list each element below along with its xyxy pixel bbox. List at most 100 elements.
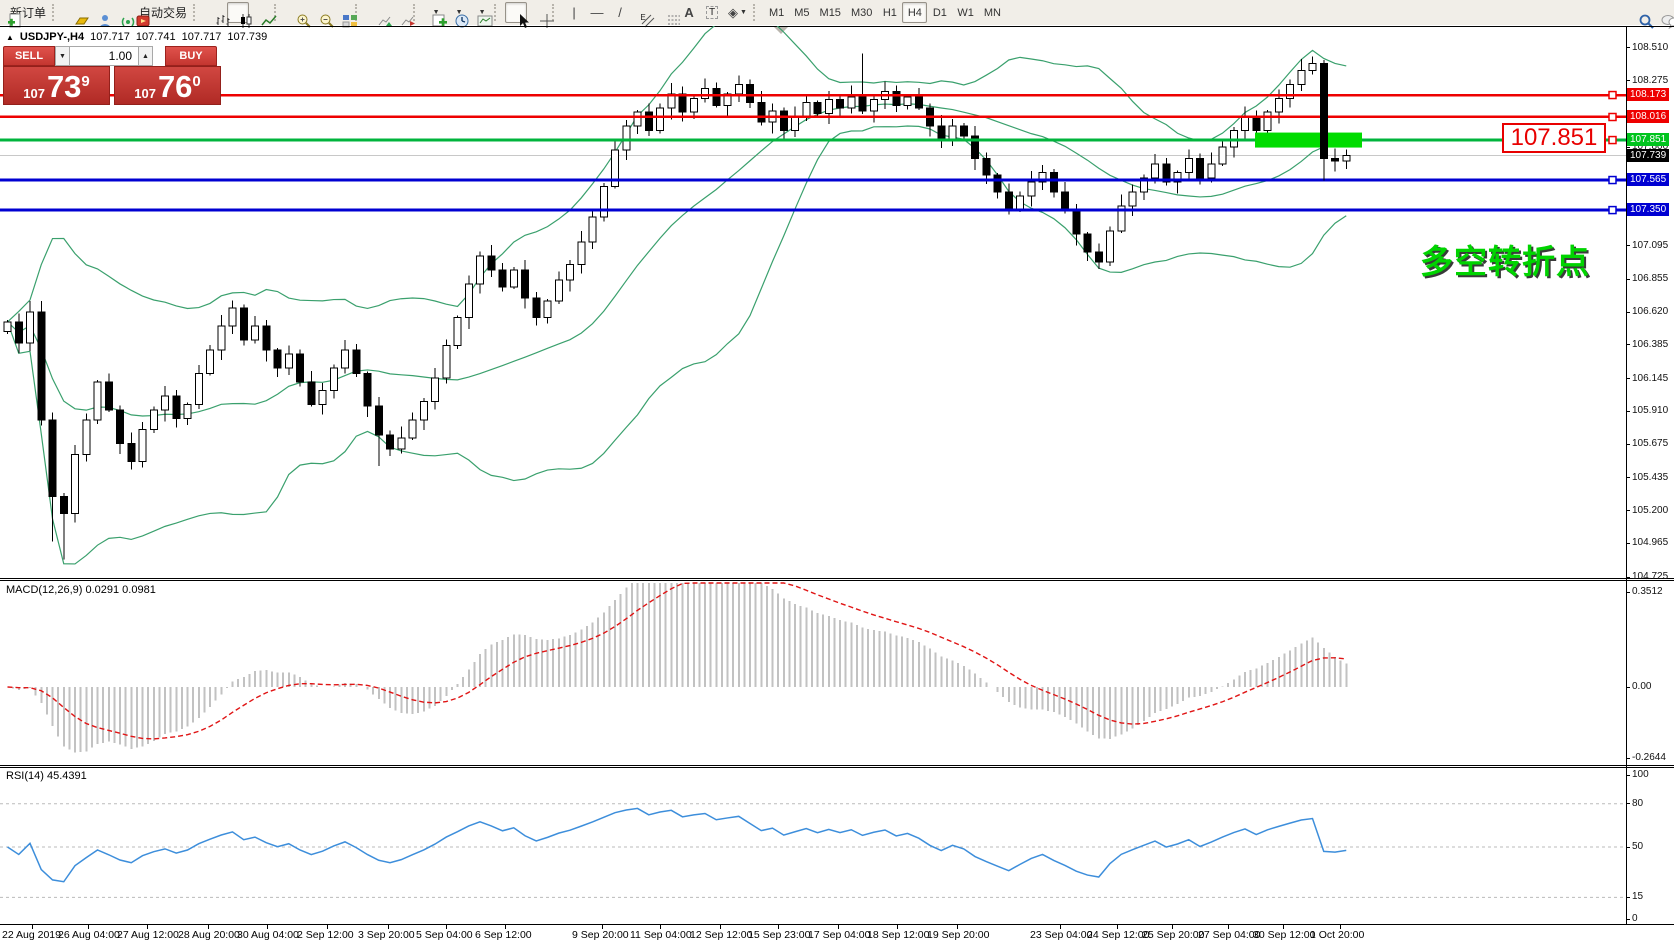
price-tick-tick bbox=[1626, 80, 1630, 81]
price-tick-tick bbox=[1626, 47, 1630, 48]
rsi-tick: 15 bbox=[1632, 891, 1643, 902]
periods-button[interactable]: ▼ bbox=[447, 2, 469, 23]
rsi-splitter[interactable] bbox=[0, 765, 1674, 766]
macd-panel[interactable] bbox=[0, 581, 1626, 764]
time-label: 11 Sep 04:00 bbox=[630, 929, 692, 941]
rsi-tick: 0 bbox=[1632, 913, 1638, 924]
rsi-tick: 50 bbox=[1632, 841, 1643, 852]
collapse-panel-arrow[interactable]: ▲ bbox=[6, 33, 14, 42]
new-order-button[interactable]: 新订单 bbox=[3, 2, 50, 23]
time-label: 15 Sep 23:00 bbox=[748, 929, 810, 941]
templates-button[interactable]: ▼ bbox=[470, 2, 492, 23]
price-tick: 105.910 bbox=[1632, 405, 1668, 416]
time-label: 30 Sep 12:00 bbox=[1253, 929, 1315, 941]
macd-tick-tick bbox=[1626, 592, 1630, 593]
bar-chart-mode-button[interactable] bbox=[204, 2, 226, 23]
timeframe-M5[interactable]: M5 bbox=[789, 2, 814, 23]
buy-price-display[interactable]: 107 76 0 bbox=[114, 66, 221, 105]
label-tool-button[interactable]: T bbox=[701, 2, 723, 23]
price-tick-tick bbox=[1626, 477, 1630, 478]
sell-button[interactable]: SELL bbox=[3, 46, 55, 66]
price-tick: 105.435 bbox=[1632, 472, 1668, 483]
price-tick: 106.620 bbox=[1632, 306, 1668, 317]
market-button[interactable] bbox=[63, 2, 85, 23]
toolbar-grip bbox=[494, 4, 501, 21]
timeframe-W1[interactable]: W1 bbox=[952, 2, 979, 23]
timeframe-D1[interactable]: D1 bbox=[927, 2, 952, 23]
sell-price-sup: 9 bbox=[81, 67, 89, 97]
price-tick: 105.200 bbox=[1632, 505, 1668, 516]
volume-input[interactable]: 1.00 bbox=[70, 46, 138, 66]
buy-button[interactable]: BUY bbox=[165, 46, 217, 66]
price-tick-tick bbox=[1626, 245, 1630, 246]
auto-scroll-button[interactable] bbox=[366, 2, 388, 23]
time-label: 30 Aug 04:00 bbox=[237, 929, 299, 941]
horizontal-line-tool-button[interactable]: — bbox=[586, 2, 608, 23]
zoom-in-button[interactable] bbox=[285, 2, 307, 23]
new-chart-button[interactable]: ▼ bbox=[424, 2, 446, 23]
channel-tool-button[interactable]: E bbox=[632, 2, 654, 23]
rsi-tick: 100 bbox=[1632, 769, 1649, 780]
sell-price-big: 73 bbox=[47, 73, 81, 101]
timeframe-M1[interactable]: M1 bbox=[764, 2, 789, 23]
trendline-icon: / bbox=[618, 5, 622, 20]
time-label: 28 Aug 20:00 bbox=[178, 929, 240, 941]
time-label: 1 Oct 20:00 bbox=[1310, 929, 1364, 941]
time-label: 27 Aug 12:00 bbox=[117, 929, 179, 941]
timeframe-group: M1M5M15M30H1H4D1W1MN bbox=[764, 2, 1006, 23]
time-label: 18 Sep 12:00 bbox=[867, 929, 929, 941]
time-label: 24 Sep 12:00 bbox=[1087, 929, 1149, 941]
high-value: 107.741 bbox=[136, 31, 176, 43]
volume-increase-button[interactable]: ▲ bbox=[138, 46, 153, 66]
timeframe-MN[interactable]: MN bbox=[979, 2, 1006, 23]
price-tick-tick bbox=[1626, 411, 1630, 412]
line-price-label: 107.851 bbox=[1627, 133, 1669, 146]
price-tick: 106.145 bbox=[1632, 373, 1668, 384]
macd-tick-tick bbox=[1626, 758, 1630, 759]
buy-price-prefix: 107 bbox=[134, 86, 156, 101]
price-tick-tick bbox=[1626, 577, 1630, 578]
volume-decrease-button[interactable]: ▼ bbox=[55, 46, 70, 66]
price-tick: 106.855 bbox=[1632, 273, 1668, 284]
toolbar-grip bbox=[753, 4, 760, 21]
time-axis: 22 Aug 201926 Aug 04:0027 Aug 12:0028 Au… bbox=[0, 925, 1674, 946]
toolbar-grip bbox=[193, 4, 200, 21]
price-tick-tick bbox=[1626, 543, 1630, 544]
time-label: 25 Sep 20:00 bbox=[1142, 929, 1204, 941]
main-price-chart[interactable] bbox=[0, 26, 1626, 578]
rsi-tick-tick bbox=[1626, 775, 1630, 776]
symbol-label: USDJPY-,H4 bbox=[20, 31, 84, 43]
timeframe-M15[interactable]: M15 bbox=[815, 2, 846, 23]
timeframe-H1[interactable]: H1 bbox=[877, 2, 902, 23]
search-button[interactable] bbox=[1627, 2, 1649, 23]
auto-trading-button[interactable]: 自动交易 bbox=[132, 2, 191, 23]
sell-price-prefix: 107 bbox=[23, 86, 45, 101]
toolbar-right-group bbox=[1627, 2, 1671, 23]
line-price-label: 108.016 bbox=[1627, 110, 1669, 123]
bid-price-label: 107.739 bbox=[1627, 149, 1669, 162]
trendline-tool-button[interactable]: / bbox=[609, 2, 631, 23]
fibonacci-tool-button[interactable] bbox=[655, 2, 677, 23]
price-tick-tick bbox=[1626, 312, 1630, 313]
close-value: 107.739 bbox=[227, 31, 267, 43]
shapes-tool-button[interactable]: ◈ ▼ bbox=[724, 2, 751, 23]
rsi-panel[interactable] bbox=[0, 768, 1626, 924]
vertical-line-tool-button[interactable]: | bbox=[563, 2, 585, 23]
timeframe-M30[interactable]: M30 bbox=[846, 2, 877, 23]
time-label: 12 Sep 12:00 bbox=[690, 929, 752, 941]
time-label: 22 Aug 2019 bbox=[2, 929, 61, 941]
time-label: 23 Sep 04:00 bbox=[1030, 929, 1092, 941]
turning-point-annotation[interactable]: 多空转折点 bbox=[1420, 235, 1590, 283]
macd-splitter[interactable] bbox=[0, 578, 1674, 579]
price-annotation-box[interactable]: 107.851 bbox=[1502, 123, 1606, 153]
time-label: 19 Sep 20:00 bbox=[927, 929, 989, 941]
cursor-tool-button[interactable] bbox=[505, 2, 527, 23]
price-tick: 108.510 bbox=[1632, 42, 1668, 53]
rsi-label: RSI(14) 45.4391 bbox=[6, 770, 87, 782]
time-label: 5 Sep 04:00 bbox=[416, 929, 473, 941]
timeframe-H4[interactable]: H4 bbox=[902, 2, 927, 23]
rsi-tick-tick bbox=[1626, 847, 1630, 848]
text-tool-icon: A bbox=[684, 5, 693, 20]
sell-price-display[interactable]: 107 73 9 bbox=[3, 66, 110, 105]
line-price-label: 107.565 bbox=[1627, 173, 1669, 186]
